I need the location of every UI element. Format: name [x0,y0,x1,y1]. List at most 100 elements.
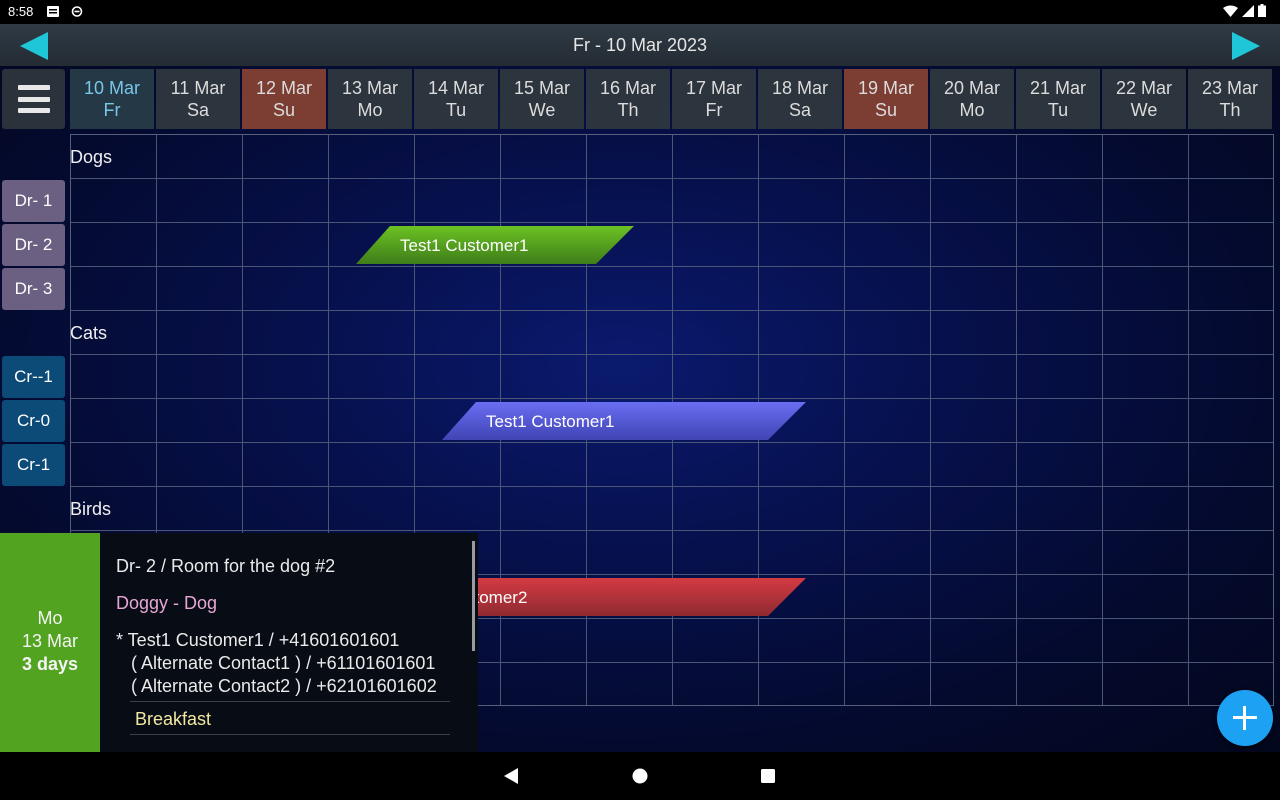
day-column-header[interactable]: 12 Mar Su [242,69,326,129]
day-column-header[interactable]: 23 Mar Th [1188,69,1272,129]
booking-bar-blue[interactable]: Test1 Customer1 [442,402,806,440]
room-button-dr-2[interactable]: Dr- 2 [2,224,65,266]
divider [130,734,450,735]
status-icons [1223,4,1266,17]
room-button-dr-3[interactable]: Dr- 3 [2,268,65,310]
day-date: 23 Mar [1201,78,1259,98]
booking-details-popup[interactable]: Mo 13 Mar 3 days Dr- 2 / Room for the do… [0,533,478,752]
day-column-header[interactable]: 18 Mar Sa [758,69,842,129]
grid-line [71,310,1273,311]
room-button-cr--1[interactable]: Cr--1 [2,356,65,398]
day-date: 14 Mar [427,78,485,98]
contact-primary: * Test1 Customer1 / +41601601601 [116,630,400,650]
battery-icon [1258,4,1266,17]
grid-line [71,266,1273,267]
notification-icon [47,6,59,17]
grid-line [1188,135,1189,705]
sync-icon [71,6,83,17]
day-column-header[interactable]: 16 Mar Th [586,69,670,129]
booking-bar-green[interactable]: Test1 Customer1 [356,226,634,264]
day-date: 20 Mar [943,78,1001,98]
back-icon[interactable] [502,767,520,785]
grid-line [71,354,1273,355]
day-weekday: Mo [959,100,985,120]
booking-label: Test1 Customer1 [400,236,529,255]
room-button-dr-1[interactable]: Dr- 1 [2,180,65,222]
grid-line [1102,135,1103,705]
status-time: 8:58 [8,4,34,19]
booking-bar-red[interactable]: stomer2 [442,578,806,616]
day-column-header[interactable]: 19 Mar Su [844,69,928,129]
booking-date: 13 Mar [21,631,79,651]
day-date: 19 Mar [857,78,915,98]
booking-room: Dr- 2 / Room for the dog #2 [116,556,336,576]
grid-line [71,398,1273,399]
booking-contacts: * Test1 Customer1 / +41601601601 ( Alter… [116,629,466,698]
contact-alternate-2: ( Alternate Contact2 ) / +62101601602 [131,676,437,696]
day-weekday: Th [1219,100,1241,120]
day-column-header[interactable]: 20 Mar Mo [930,69,1014,129]
next-arrow-icon[interactable] [1230,30,1262,62]
system-navigation-bar [0,752,1280,800]
divider [130,701,450,702]
day-column-header[interactable]: 15 Mar We [500,69,584,129]
signal-icon [1242,4,1254,17]
day-column-header[interactable]: 10 Mar Fr [70,69,154,129]
day-column-header[interactable]: 14 Mar Tu [414,69,498,129]
day-weekday: We [1130,100,1158,120]
day-weekday: We [528,100,556,120]
day-date: 10 Mar [83,78,141,98]
status-bar: 8:58 [0,0,1280,24]
grid-line [71,530,1273,531]
grid-line [71,442,1273,443]
room-button-cr-0[interactable]: Cr-0 [2,400,65,442]
day-date: 17 Mar [685,78,743,98]
day-weekday: Tu [1047,100,1069,120]
section-label-dogs: Dogs [70,147,113,167]
day-column-header[interactable]: 11 Mar Sa [156,69,240,129]
day-weekday: Th [617,100,639,120]
grid-line [1016,135,1017,705]
grid-line [844,135,845,705]
grid-line [71,486,1273,487]
recents-icon[interactable] [759,767,777,785]
grid-line [930,135,931,705]
section-label-birds: Birds [70,499,112,519]
booking-start-panel: Mo 13 Mar 3 days [0,533,100,752]
current-date-title: Fr - 10 Mar 2023 [572,35,708,55]
day-weekday: Fr [103,100,121,120]
day-date: 18 Mar [771,78,829,98]
booking-pet: Doggy - Dog [116,593,218,613]
booking-duration: 3 days [21,654,79,674]
day-weekday: Sa [788,100,812,120]
day-weekday: Su [272,100,296,120]
day-date: 15 Mar [513,78,571,98]
contact-alternate-1: ( Alternate Contact1 ) / +61101601601 [131,653,436,673]
date-header: Fr - 10 Mar 2023 [0,24,1280,66]
day-weekday: Mo [357,100,383,120]
day-header-row: 10 Mar Fr 11 Mar Sa 12 Mar Su 13 Mar Mo 14 M… [70,69,1272,129]
hamburger-icon [17,85,50,113]
booking-label: Test1 Customer1 [486,412,615,431]
day-weekday: Su [874,100,898,120]
add-booking-button[interactable] [1217,690,1273,746]
day-weekday: Fr [705,100,723,120]
home-icon[interactable] [631,767,649,785]
day-column-header[interactable]: 21 Mar Tu [1016,69,1100,129]
grid-line [71,222,1273,223]
day-weekday: Tu [445,100,467,120]
day-date: 13 Mar [341,78,399,98]
day-column-header[interactable]: 17 Mar Fr [672,69,756,129]
menu-button[interactable] [2,69,65,129]
day-column-header[interactable]: 13 Mar Mo [328,69,412,129]
section-label-cats: Cats [70,323,108,343]
grid-line [71,178,1273,179]
day-column-header[interactable]: 22 Mar We [1102,69,1186,129]
day-date: 11 Mar [170,78,226,98]
room-button-cr-1[interactable]: Cr-1 [2,444,65,486]
day-date: 12 Mar [255,78,313,98]
booking-weekday: Mo [37,608,63,628]
day-date: 16 Mar [599,78,657,98]
popup-scrollbar[interactable] [472,541,475,651]
day-date: 22 Mar [1115,78,1173,98]
